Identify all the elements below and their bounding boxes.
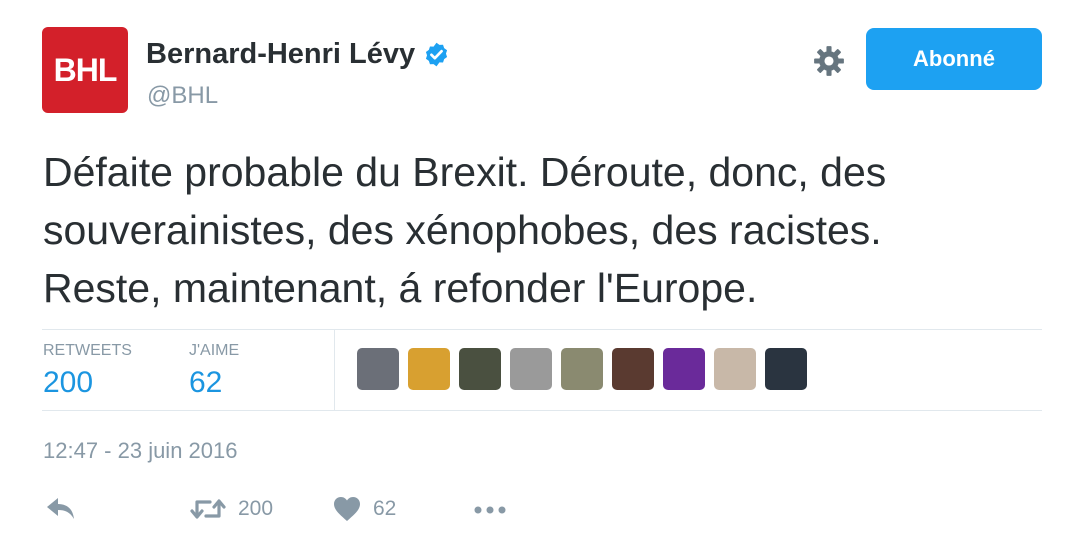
retweets-count: 200 [43,366,94,399]
likes-stat[interactable]: J'AIME 62 [189,342,239,400]
retweets-stat[interactable]: RETWEETS 200 [43,342,132,400]
avatar-logo-text: BHL [53,51,118,88]
liker-avatar-7[interactable] [663,348,705,390]
liker-avatar-6[interactable] [612,348,654,390]
liker-avatar-4[interactable] [510,348,552,390]
likes-count: 62 [189,366,223,399]
following-button[interactable]: Abonné [866,28,1042,90]
author-handle[interactable]: @BHL [147,82,218,110]
author-name[interactable]: Bernard-Henri Lévy [146,38,415,71]
liker-avatar-9[interactable] [765,348,807,390]
liker-avatar-2[interactable] [408,348,450,390]
heart-icon [334,497,360,521]
divider-bottom [42,410,1042,411]
liker-avatars [357,348,807,390]
retweet-icon [190,499,226,519]
like-count: 62 [373,497,397,520]
reply-icon [47,498,74,519]
reply-action[interactable] [45,496,77,522]
liker-avatar-8[interactable] [714,348,756,390]
retweet-action[interactable]: 200 [190,496,273,522]
author-row: Bernard-Henri Lévy [146,38,450,71]
tweet-timestamp[interactable]: 12:47 - 23 juin 2016 [43,438,238,464]
more-options-icon [474,506,506,514]
stats-divider [334,330,335,410]
liker-avatar-3[interactable] [459,348,501,390]
liker-avatar-5[interactable] [561,348,603,390]
liker-avatar-1[interactable] [357,348,399,390]
retweets-label: RETWEETS [43,342,132,359]
tweet-text: Défaite probable du Brexit. Déroute, don… [43,149,887,311]
avatar[interactable]: BHL [42,27,128,113]
verified-badge-icon [426,42,448,67]
retweet-count: 200 [238,497,274,520]
gear-icon[interactable] [812,44,846,78]
more-action[interactable] [472,496,508,522]
like-action[interactable]: 62 [333,496,396,522]
likes-label: J'AIME [189,342,240,359]
divider-top [42,329,1042,330]
